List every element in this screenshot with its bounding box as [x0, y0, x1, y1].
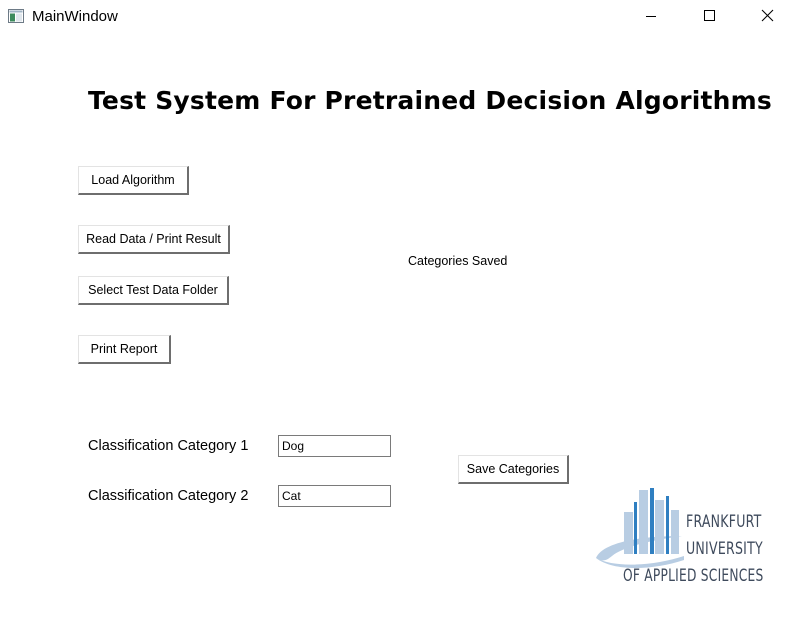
- status-label: Categories Saved: [408, 254, 508, 268]
- close-button[interactable]: [744, 0, 790, 32]
- title-bar: MainWindow: [0, 0, 796, 33]
- page-title: Test System For Pretrained Decision Algo…: [88, 86, 773, 115]
- logo-text-line-2: UNIVERSITY: [686, 539, 763, 559]
- category-2-label: Classification Category 2: [88, 488, 249, 504]
- app-window-icon: [8, 9, 24, 23]
- category-1-label: Classification Category 1: [88, 438, 249, 454]
- category-2-input[interactable]: [278, 485, 391, 507]
- window-title: MainWindow: [32, 8, 118, 25]
- logo-text-line-3: OF APPLIED SCIENCES: [623, 566, 764, 586]
- read-data-print-result-button[interactable]: Read Data / Print Result: [78, 225, 230, 254]
- save-categories-button[interactable]: Save Categories: [458, 455, 569, 484]
- print-report-button[interactable]: Print Report: [78, 335, 171, 364]
- load-algorithm-button[interactable]: Load Algorithm: [78, 166, 189, 195]
- category-1-input[interactable]: [278, 435, 391, 457]
- maximize-button[interactable]: [686, 0, 732, 32]
- logo-text-line-1: FRANKFURT: [686, 512, 762, 532]
- select-test-data-folder-button[interactable]: Select Test Data Folder: [78, 276, 229, 305]
- minimize-button[interactable]: [628, 0, 674, 32]
